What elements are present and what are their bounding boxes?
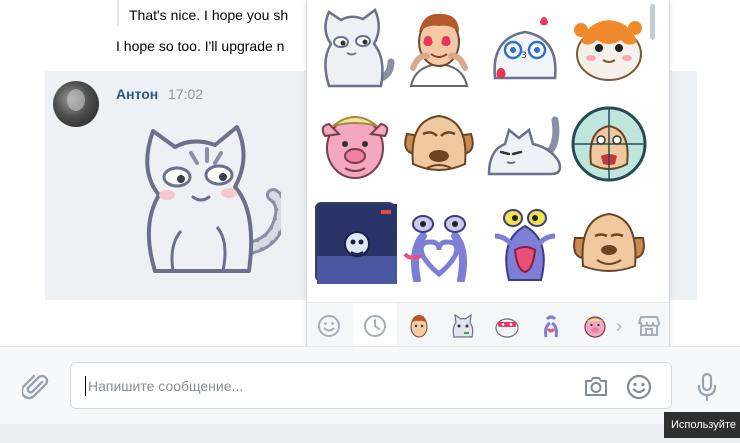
sticker-old-dog-smile[interactable] — [569, 202, 649, 282]
smile-icon[interactable] — [625, 373, 653, 401]
pack-boy-icon — [410, 315, 428, 338]
sticker-boy-heart-eyes[interactable] — [399, 8, 479, 88]
pack-cat-tab[interactable] — [441, 303, 485, 349]
quoted-message-text: That's nice. I hope you sh — [129, 7, 289, 23]
sticker-grid: 3 — [307, 0, 659, 302]
pack-cat-icon — [452, 313, 474, 338]
recent-tab-icon — [364, 315, 386, 337]
sticker-panel-scrollbar[interactable] — [650, 4, 655, 40]
paperclip-icon[interactable] — [22, 373, 50, 401]
message-author[interactable]: Антон — [116, 86, 158, 102]
sticker-gray-cat-smirk[interactable] — [315, 8, 395, 88]
sticker-old-dog-grumpy[interactable] — [399, 104, 479, 184]
sticker-pack-tabs: › — [307, 302, 671, 349]
emoji-tooltip: Используйте — [664, 412, 740, 438]
sticker-pigeon-window[interactable] — [315, 202, 397, 284]
sticker-hamster-cheeky[interactable] — [569, 8, 649, 88]
message-time[interactable]: 17:02 — [168, 86, 203, 102]
pack-seal-icon — [495, 318, 519, 338]
sticker-store-button[interactable] — [627, 303, 671, 349]
sticker-seal-kiss[interactable]: 3 — [485, 8, 565, 88]
sticker-blue-creature-heart[interactable] — [399, 202, 479, 282]
sticker-gray-cat-lying[interactable] — [485, 104, 565, 184]
pack-creature-tab[interactable] — [529, 303, 573, 349]
camera-icon[interactable] — [583, 374, 609, 398]
message-text: I hope so too. I'll upgrade n — [116, 38, 285, 54]
recent-tab[interactable] — [353, 303, 397, 349]
message-input-box — [70, 362, 672, 409]
message-input[interactable] — [85, 376, 565, 396]
bottom-strip — [0, 424, 740, 443]
pack-boy-tab[interactable] — [397, 303, 441, 349]
sticker-old-dog-crosshair[interactable] — [569, 104, 649, 184]
svg-text:3: 3 — [521, 51, 527, 61]
emoji-tab-icon — [318, 315, 340, 337]
message-composer — [0, 346, 740, 424]
emoji-tab[interactable] — [307, 303, 351, 349]
sticker-blue-creature-tongue[interactable] — [485, 202, 565, 282]
pack-seal-tab[interactable] — [485, 303, 529, 349]
sticker-panel: 3 › — [306, 0, 671, 349]
microphone-icon[interactable] — [694, 372, 720, 402]
sticker-pig-face-hat[interactable] — [315, 104, 395, 184]
sticker-store-icon — [638, 316, 660, 336]
avatar[interactable] — [53, 81, 99, 127]
pack-creature-icon — [544, 315, 558, 338]
sent-sticker-cat — [145, 125, 281, 273]
pack-pig-icon — [584, 316, 606, 338]
